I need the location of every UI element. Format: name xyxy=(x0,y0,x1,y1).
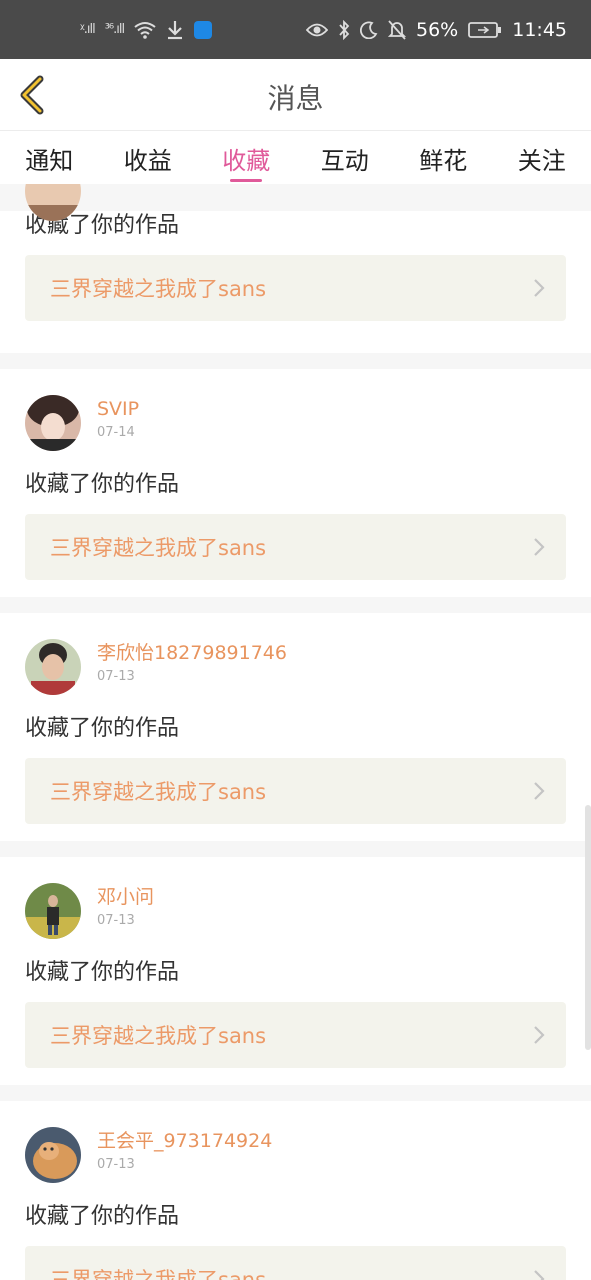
tab-bar: 通知 收益 收藏 互动 鲜花 关注 xyxy=(0,131,591,184)
tab-interactions[interactable]: 互动 xyxy=(296,131,395,184)
work-link[interactable]: 三界穿越之我成了sans xyxy=(25,255,566,321)
action-text: 收藏了你的作品 xyxy=(25,472,180,497)
chevron-right-icon xyxy=(534,279,545,297)
username[interactable]: 李欣怡18279891746 xyxy=(97,641,287,665)
avatar[interactable] xyxy=(25,639,81,695)
scrollbar[interactable] xyxy=(585,805,591,1050)
tab-favorites[interactable]: 收藏 xyxy=(197,131,296,184)
username[interactable]: 邓小问 xyxy=(97,885,154,909)
list-item: 李欣怡18279891746 07-13 收藏了你的作品 三界穿越之我成了san… xyxy=(0,613,591,841)
chevron-right-icon xyxy=(534,1270,545,1280)
clock: 11:45 xyxy=(512,18,567,41)
username[interactable]: SVIP xyxy=(97,397,139,421)
avatar[interactable] xyxy=(25,883,81,939)
bell-off-icon xyxy=(388,19,406,40)
action-text: 收藏了你的作品 xyxy=(25,960,180,985)
work-title: 三界穿越之我成了sans xyxy=(50,277,267,301)
list-item: 王会平_973174924 07-13 收藏了你的作品 三界穿越之我成了sans xyxy=(0,1101,591,1280)
date: 07-13 xyxy=(97,1157,135,1172)
username[interactable]: 王会平_973174924 xyxy=(97,1129,272,1153)
page-title: 消息 xyxy=(267,82,324,115)
shield-icon xyxy=(194,20,213,39)
wifi-icon xyxy=(134,21,156,39)
work-link[interactable]: 三界穿越之我成了sans xyxy=(25,1246,566,1280)
battery-icon xyxy=(468,21,502,38)
action-text: 收藏了你的作品 xyxy=(25,716,180,741)
work-link[interactable]: 三界穿越之我成了sans xyxy=(25,1002,566,1068)
list-item: 邓小问 07-13 收藏了你的作品 三界穿越之我成了sans xyxy=(0,857,591,1085)
download-icon xyxy=(168,20,183,39)
avatar[interactable] xyxy=(25,395,81,451)
chevron-right-icon xyxy=(534,1026,545,1044)
chevron-right-icon xyxy=(534,538,545,556)
bluetooth-icon xyxy=(339,19,350,40)
work-title: 三界穿越之我成了sans xyxy=(50,1024,267,1048)
eye-icon xyxy=(306,23,328,36)
tab-notifications[interactable]: 通知 xyxy=(0,131,99,184)
work-title: 三界穿越之我成了sans xyxy=(50,1268,267,1280)
signal-icon: ᵡ.ıll xyxy=(80,22,96,37)
work-link[interactable]: 三界穿越之我成了sans xyxy=(25,758,566,824)
work-title: 三界穿越之我成了sans xyxy=(50,780,267,804)
moon-icon xyxy=(360,21,378,39)
tab-flowers[interactable]: 鲜花 xyxy=(394,131,493,184)
date: 07-14 xyxy=(97,425,135,440)
date: 07-13 xyxy=(97,913,135,928)
action-text: 收藏了你的作品 xyxy=(25,1204,180,1229)
work-link[interactable]: 三界穿越之我成了sans xyxy=(25,514,566,580)
date: 07-13 xyxy=(97,669,135,684)
work-title: 三界穿越之我成了sans xyxy=(50,536,267,560)
list-item: SVIP 07-14 收藏了你的作品 三界穿越之我成了sans xyxy=(0,369,591,597)
battery-percent: 56% xyxy=(416,18,459,41)
list-item: 收藏了你的作品 三界穿越之我成了sans xyxy=(0,184,591,353)
chevron-right-icon xyxy=(534,782,545,800)
avatar[interactable] xyxy=(25,1127,81,1183)
signal-icon: ³⁶.ıll xyxy=(104,22,125,37)
status-bar: ᵡ.ıll ³⁶.ıll 56% 11:45 xyxy=(0,0,591,59)
tab-earnings[interactable]: 收益 xyxy=(99,131,198,184)
app-bar: 消息 xyxy=(0,59,591,131)
action-text: 收藏了你的作品 xyxy=(25,213,180,238)
tab-follows[interactable]: 关注 xyxy=(493,131,591,184)
message-list[interactable]: 收藏了你的作品 三界穿越之我成了sans SVIP 07-14 收藏了你的作品 … xyxy=(0,184,591,1280)
